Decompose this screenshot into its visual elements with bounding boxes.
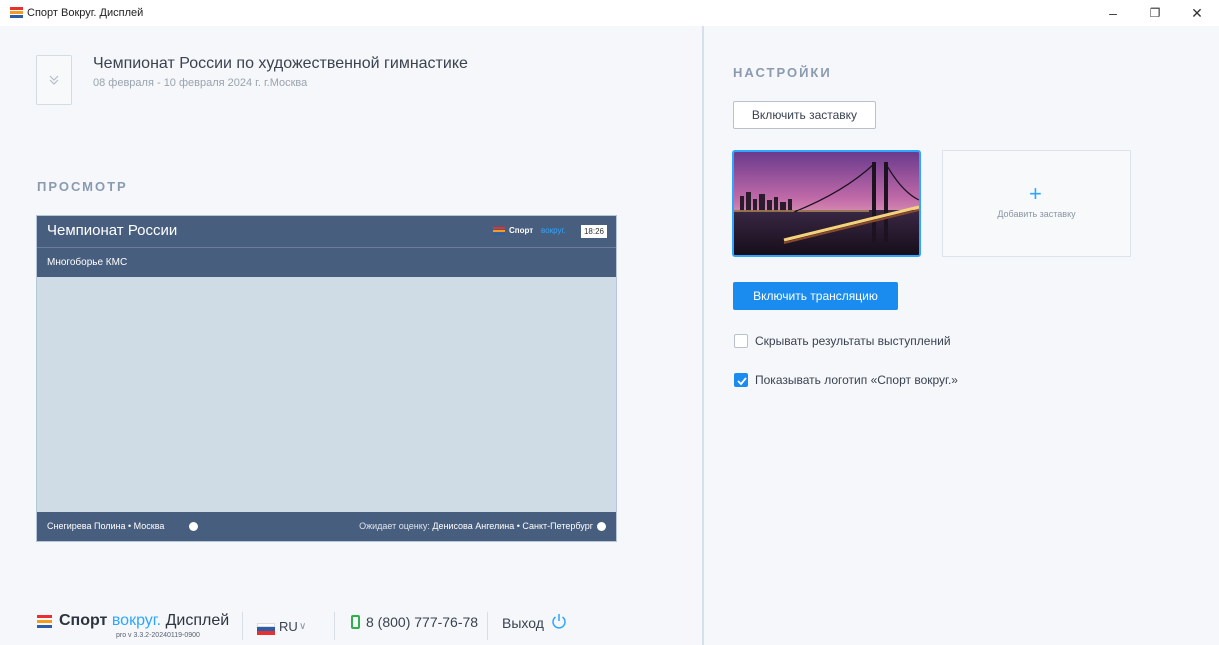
waiting-name: Денисова Ангелина • Санкт-Петербург [432,521,593,531]
preview-logo-icon [493,227,505,236]
power-icon[interactable] [551,613,567,629]
city-bridge-image [734,152,919,255]
restore-button[interactable]: ❐ [1138,3,1172,23]
enable-broadcast-button[interactable]: Включить трансляцию [733,282,898,310]
brand-product: Дисплей [165,612,230,629]
preview-clock: 18:26 [581,225,607,238]
preview-discipline: Многоборье КМС [47,257,128,268]
preview-brand: Спорт [509,226,534,235]
chevron-down-double-icon [49,75,59,85]
checkmark-icon [737,377,747,386]
hide-results-label[interactable]: Скрывать результаты выступлений [755,334,951,348]
close-button[interactable]: ✕ [1180,3,1214,23]
language-selector[interactable]: RU [279,619,298,634]
divider [334,612,335,640]
enable-screensaver-button[interactable]: Включить заставку [733,101,876,129]
status-dot-icon [597,522,606,531]
footer-brand: Спорт вокруг. Дисплей [59,612,229,630]
chevron-down-icon[interactable]: ∨ [299,621,306,632]
preview-footer: Снегирева Полина • Москва Ожидает оценку… [37,512,616,541]
add-screensaver-label: Добавить заставку [997,209,1076,219]
footer-logo-icon [37,615,52,628]
brand-accent: вокруг. [111,612,162,629]
preview-section-title: ПРОСМОТР [37,179,128,194]
divider [487,612,488,640]
waiting-athlete: Ожидает оценку: Денисова Ангелина • Санк… [359,521,593,531]
event-dates: 08 февраля - 10 февраля 2024 г. г.Москва [93,77,308,89]
minimize-button[interactable]: – [1096,3,1130,23]
waiting-prefix: Ожидает оценку: [359,521,430,531]
brand-main: Спорт [59,612,108,629]
screensaver-thumbnail[interactable] [732,150,921,257]
preview-subheader: Многоборье КМС [37,248,616,277]
title-bar: Спорт Вокруг. Дисплей – ❐ ✕ [0,0,1219,26]
hide-results-checkbox[interactable] [734,334,748,348]
phone-icon [351,615,360,629]
exit-button[interactable]: Выход [502,615,544,631]
event-title: Чемпионат России по художественной гимна… [93,55,468,72]
show-logo-checkbox[interactable] [734,373,748,387]
preview-title: Чемпионат России [47,222,178,239]
event-expand-button[interactable] [36,55,72,105]
russia-flag-icon [257,623,275,635]
add-screensaver-card[interactable]: + Добавить заставку [942,150,1131,257]
status-dot-icon [189,522,198,531]
app-logo-icon [10,7,23,18]
support-phone: 8 (800) 777-76-78 [366,614,479,630]
show-logo-label[interactable]: Показывать логотип «Спорт вокруг.» [755,373,958,387]
preview-brand-accent: вокруг. [541,226,566,235]
preview-header: Чемпионат России Спорт вокруг. 18:26 [37,216,616,248]
app-version: pro v 3.3.2-20240119-0900 [116,632,200,639]
settings-section-title: НАСТРОЙКИ [733,65,832,80]
plus-icon: + [1029,181,1042,206]
current-athlete: Снегирева Полина • Москва [47,521,165,531]
window-title: Спорт Вокруг. Дисплей [27,7,144,19]
divider [242,612,243,640]
display-preview: Чемпионат России Спорт вокруг. 18:26 Мно… [36,215,617,542]
